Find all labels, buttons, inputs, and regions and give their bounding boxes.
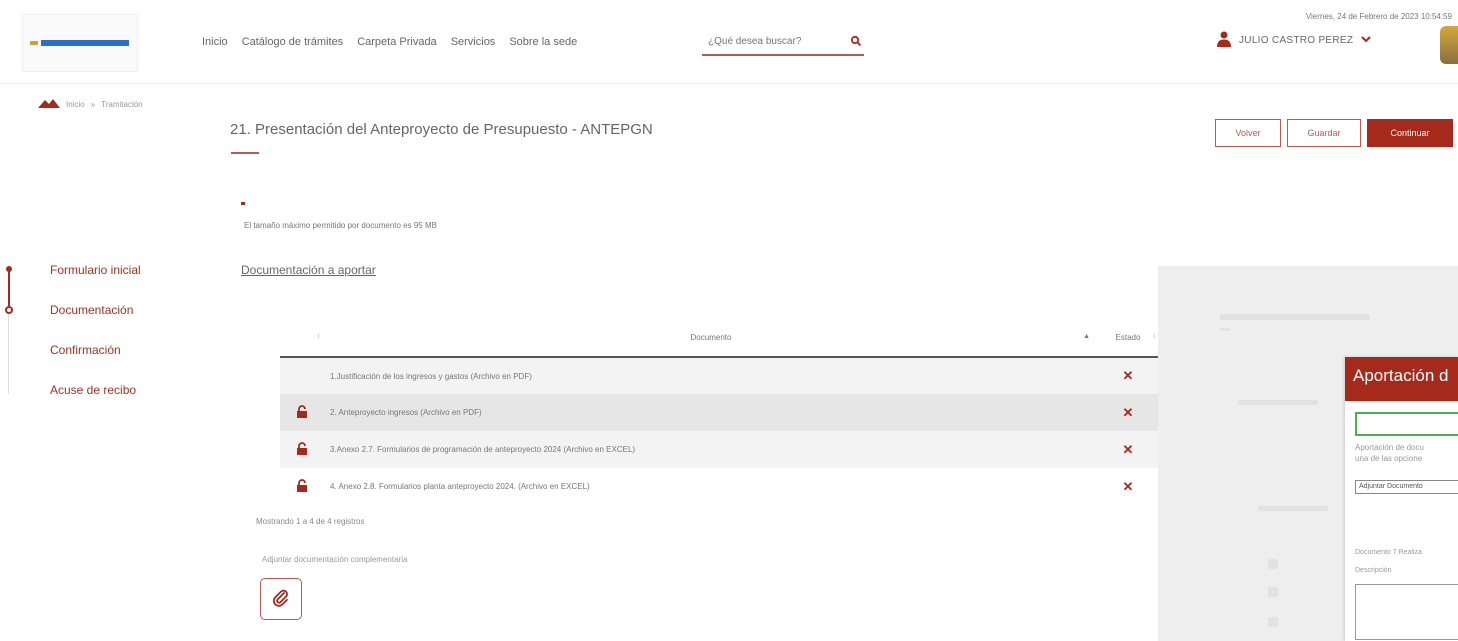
documents-table: ↕ Documento ▲ Estado ↕ 1.Justificación d… (280, 319, 1158, 505)
modal-description-label: Descripción (1355, 567, 1392, 574)
continue-button[interactable]: Continuar (1367, 119, 1453, 147)
nav-servicios[interactable]: Servicios (451, 36, 496, 48)
user-menu[interactable]: JULIO CASTRO PEREZ (1217, 31, 1372, 50)
logo-mark (30, 41, 38, 45)
status-pending-icon: ✕ (1098, 357, 1158, 394)
sort-asc-icon: ▲ (1083, 333, 1090, 340)
column-header-estado[interactable]: Estado ↕ (1098, 319, 1158, 358)
logo-bar (41, 40, 129, 46)
lock-icon (280, 468, 324, 505)
breadcrumb-separator: » (90, 99, 96, 109)
status-pending-icon: ✕ (1098, 394, 1158, 431)
search-box (702, 30, 864, 56)
row-document: 1.Justificación de los ingresos y gastos… (324, 357, 1098, 394)
nav-sobre-la-sede[interactable]: Sobre la sede (509, 36, 577, 48)
user-icon (1217, 31, 1231, 50)
breadcrumb: Inicio » Tramitación (38, 98, 143, 110)
documentation-section-link[interactable]: Documentación a aportar (241, 263, 376, 277)
attach-label: Adjuntar documentación complementaria (262, 555, 408, 564)
page-title: 21. Presentación del Anteproyecto de Pre… (230, 121, 653, 138)
modal-description-line2: una de las opcione (1355, 454, 1423, 463)
chevron-down-icon (1361, 35, 1372, 46)
document-upload-modal: Aportación d Aportación de docu una de l… (1345, 357, 1458, 641)
modal-title: Aportación d (1345, 357, 1458, 401)
modal-option-select[interactable]: Adjuntar Documento (1355, 480, 1458, 494)
table-row[interactable]: 3.Anexo 2.7. Formularios de programación… (280, 431, 1158, 468)
home-mountain-icon (38, 98, 60, 110)
user-name: JULIO CASTRO PEREZ (1239, 35, 1354, 46)
main-nav: Inicio Catálogo de trámites Carpeta Priv… (202, 36, 591, 48)
table-row[interactable]: 1.Justificación de los ingresos y gastos… (280, 357, 1158, 394)
row-document: 4. Anexo 2.8. Formularios planta antepro… (330, 482, 590, 491)
background-table-ghost (1258, 506, 1328, 511)
table-row[interactable]: 2. Anteproyecto ingresos (Archivo en PDF… (280, 394, 1158, 431)
modal-description-textarea[interactable] (1355, 584, 1458, 640)
column-header-lock[interactable]: ↕ (280, 319, 324, 358)
step-dot-done (6, 266, 12, 272)
row-document: 3.Anexo 2.7. Formularios de programación… (324, 431, 1098, 468)
column-header-documento[interactable]: Documento ▲ (324, 319, 1098, 358)
sort-icon: ↕ (316, 333, 321, 340)
nav-catalogo[interactable]: Catálogo de trámites (242, 36, 344, 48)
step-confirmacion[interactable]: Confirmación (50, 343, 121, 357)
column-label-estado: Estado (1115, 333, 1141, 342)
nav-inicio[interactable]: Inicio (202, 36, 228, 48)
table-header-row: ↕ Documento ▲ Estado ↕ (280, 319, 1158, 358)
modal-document-label: Documento 7 Realiza (1355, 549, 1422, 556)
stepper-progress-line (8, 270, 10, 306)
step-acuse-de-recibo[interactable]: Acuse de recibo (50, 383, 136, 397)
attach-button[interactable] (260, 578, 302, 620)
save-button[interactable]: Guardar (1287, 119, 1361, 147)
title-underline (231, 152, 259, 154)
background-lock-ghost (1268, 587, 1278, 597)
nav-carpeta-privada[interactable]: Carpeta Privada (357, 36, 437, 48)
table-record-count: Mostrando 1 a 4 de 4 registros (256, 517, 365, 526)
column-label-documento: Documento (690, 333, 732, 342)
status-pending-icon: ✕ (1098, 431, 1158, 468)
background-underline-ghost (1220, 328, 1230, 331)
table-row[interactable]: 4. Anexo 2.8. Formularios planta antepro… (280, 468, 1158, 505)
background-title-ghost (1220, 314, 1370, 320)
paperclip-icon (272, 589, 290, 610)
lock-icon (280, 394, 324, 431)
current-datetime: Viernes, 24 de Febrero de 2023 10:54:59 (1305, 12, 1452, 21)
step-formulario-inicial[interactable]: Formulario inicial (50, 263, 141, 277)
modal-document-input[interactable] (1355, 412, 1458, 436)
modal-description-line1: Aportación de docu (1355, 443, 1424, 452)
back-button[interactable]: Volver (1215, 119, 1281, 147)
background-lock-ghost (1268, 559, 1278, 569)
breadcrumb-current: Tramitación (101, 99, 143, 109)
government-logo[interactable] (22, 14, 138, 72)
coat-of-arms-logo (1440, 26, 1458, 64)
row-document: 2. Anteproyecto ingresos (Archivo en PDF… (324, 394, 1098, 431)
row-lock-cell (280, 357, 324, 394)
sort-icon: ↕ (1152, 333, 1157, 340)
search-icon[interactable] (850, 34, 862, 52)
background-link-ghost (1238, 400, 1318, 405)
breadcrumb-inicio[interactable]: Inicio (66, 100, 85, 109)
bullet-marker (241, 202, 245, 205)
top-header: Inicio Catálogo de trámites Carpeta Priv… (0, 0, 1458, 84)
lock-icon (280, 431, 324, 468)
stepper-remaining-line (8, 314, 9, 394)
step-documentacion[interactable]: Documentación (50, 303, 133, 317)
background-lock-ghost (1268, 617, 1278, 627)
max-size-info: El tamaño máximo permitido por documento… (244, 221, 437, 230)
action-buttons: Volver Guardar Continuar (1215, 119, 1453, 147)
status-pending-icon: ✕ (1122, 478, 1134, 494)
search-input[interactable] (702, 30, 842, 52)
step-dot-current (5, 306, 13, 314)
